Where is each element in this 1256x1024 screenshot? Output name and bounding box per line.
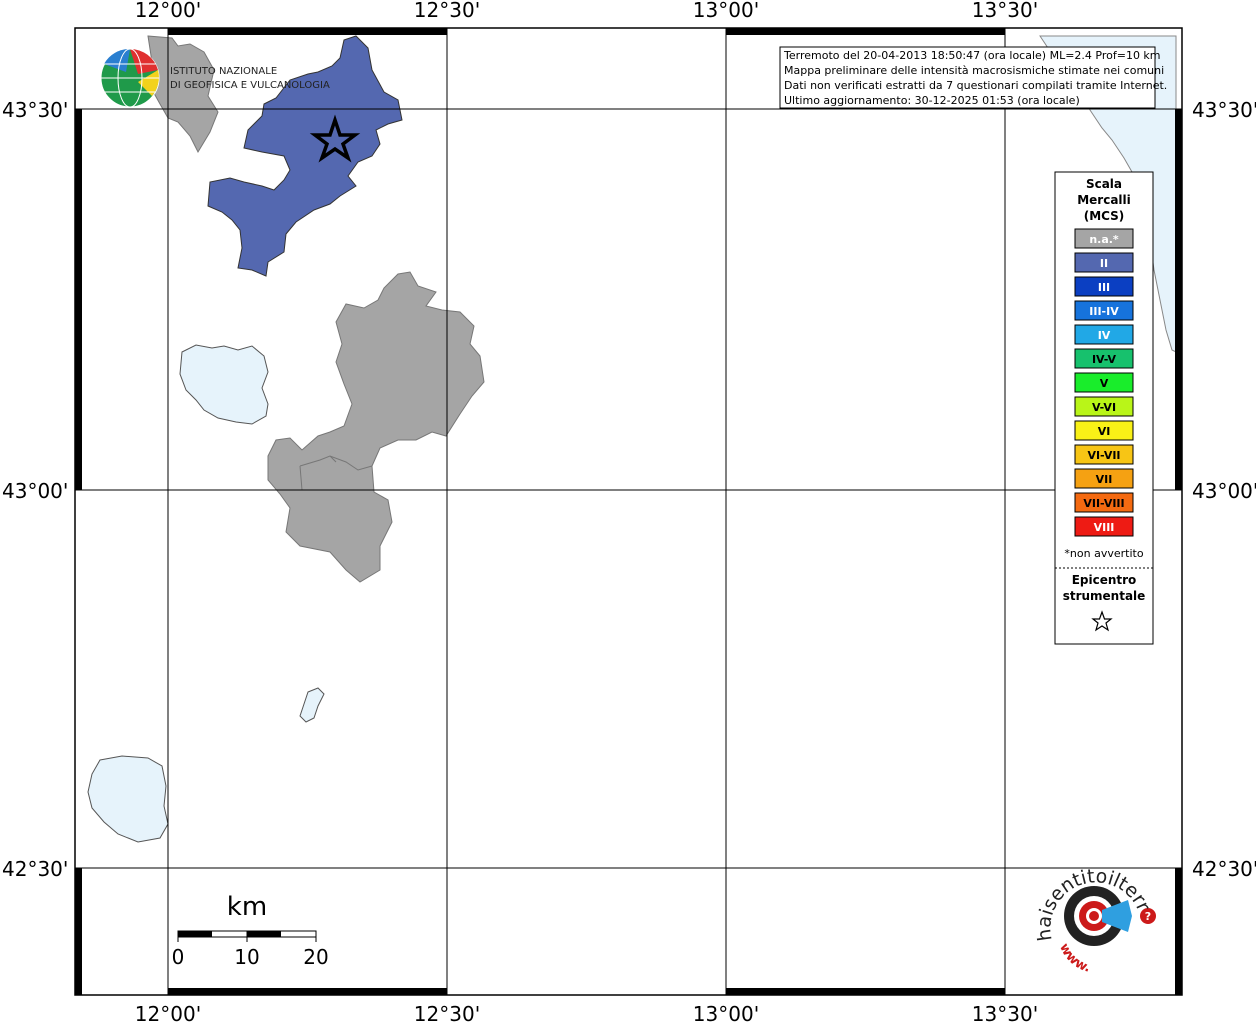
lat-label: 43°30' bbox=[1192, 98, 1256, 122]
lat-label: 43°30' bbox=[2, 98, 68, 122]
legend-epicenter-title-1: Epicentro bbox=[1072, 573, 1137, 587]
legend-label: V-VI bbox=[1092, 401, 1116, 414]
lat-label: 43°00' bbox=[1192, 479, 1256, 503]
legend: Scala Mercalli (MCS) n.a.*IIIIIIII-IVIVI… bbox=[1054, 171, 1154, 645]
lon-label: 12°30' bbox=[414, 0, 480, 22]
scale-unit: km bbox=[227, 892, 267, 922]
legend-label: III-IV bbox=[1089, 305, 1119, 318]
legend-label: n.a.* bbox=[1089, 233, 1119, 246]
lat-labels-right: 43°30' 43°00' 42°30' bbox=[1192, 98, 1256, 881]
legend-label: VI bbox=[1098, 425, 1111, 438]
info-line-2: Mappa preliminare delle intensità macros… bbox=[784, 64, 1164, 77]
legend-title-3: (MCS) bbox=[1084, 209, 1125, 223]
scale-label-10: 10 bbox=[234, 945, 259, 969]
info-line-3: Dati non verificati estratti da 7 questi… bbox=[784, 79, 1167, 92]
info-box: Terremoto del 20-04-2013 18:50:47 (ora l… bbox=[779, 46, 1167, 109]
lon-labels-top: 12°00' 12°30' 13°00' 13°30' bbox=[135, 0, 1038, 22]
lon-label: 13°00' bbox=[693, 0, 759, 22]
legend-label: VIII bbox=[1094, 521, 1115, 534]
lat-labels-left: 43°30' 43°00' 42°30' bbox=[2, 98, 68, 881]
legend-label: VI-VII bbox=[1087, 449, 1120, 462]
lat-label: 43°00' bbox=[2, 479, 68, 503]
lon-label: 13°00' bbox=[693, 1002, 759, 1024]
lat-label: 42°30' bbox=[2, 857, 68, 881]
legend-label: VII bbox=[1096, 473, 1113, 486]
legend-label: IV-V bbox=[1092, 353, 1117, 366]
legend-title-2: Mercalli bbox=[1077, 193, 1131, 207]
lon-label: 12°00' bbox=[135, 0, 201, 22]
lon-label: 13°30' bbox=[972, 0, 1038, 22]
info-line-4: Ultimo aggiornamento: 30-12-2025 01:53 (… bbox=[784, 94, 1080, 107]
intensity-map: 12°00' 12°30' 13°00' 13°30' 12°00' 12°30… bbox=[0, 0, 1256, 1024]
legend-epicenter-title-2: strumentale bbox=[1063, 589, 1146, 603]
lon-labels-bottom: 12°00' 12°30' 13°00' 13°30' bbox=[135, 1002, 1038, 1024]
legend-label: II bbox=[1100, 257, 1108, 270]
legend-title-1: Scala bbox=[1086, 177, 1122, 191]
scale-label-0: 0 bbox=[172, 945, 185, 969]
ingv-name-line2: DI GEOFISICA E VULCANOLOGIA bbox=[170, 80, 330, 91]
info-line-1: Terremoto del 20-04-2013 18:50:47 (ora l… bbox=[783, 49, 1161, 62]
ingv-name-line1: ISTITUTO NAZIONALE bbox=[170, 66, 277, 77]
lat-label: 42°30' bbox=[1192, 857, 1256, 881]
lon-label: 12°30' bbox=[414, 1002, 480, 1024]
lon-label: 12°00' bbox=[135, 1002, 201, 1024]
svg-text:?: ? bbox=[1145, 910, 1151, 923]
legend-label: VII-VIII bbox=[1083, 497, 1124, 510]
lon-label: 13°30' bbox=[972, 1002, 1038, 1024]
legend-label: V bbox=[1100, 377, 1109, 390]
legend-label: III bbox=[1098, 281, 1110, 294]
legend-footnote: *non avvertito bbox=[1064, 547, 1143, 560]
scale-label-20: 20 bbox=[303, 945, 328, 969]
map-area bbox=[75, 28, 1182, 995]
legend-label: IV bbox=[1098, 329, 1111, 342]
